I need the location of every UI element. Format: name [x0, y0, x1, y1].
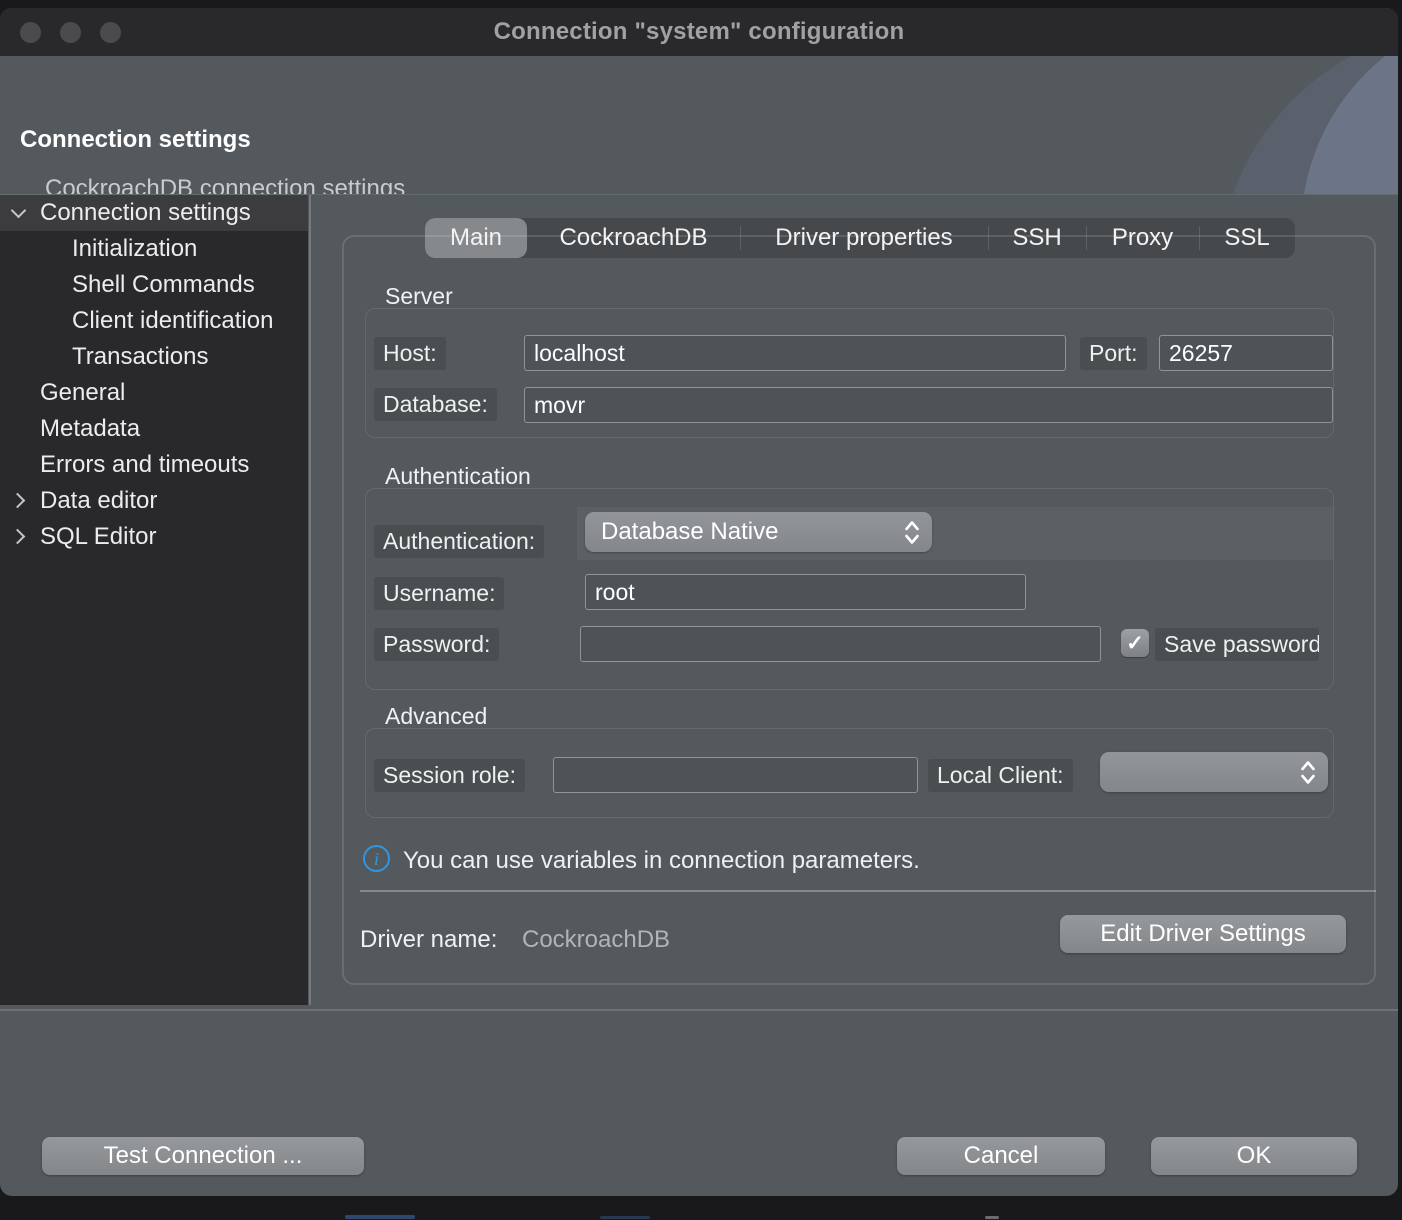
minimize-window-button[interactable]: [60, 22, 81, 43]
driver-divider: [360, 890, 1376, 892]
sidebar-item-shell-commands[interactable]: Shell Commands: [0, 267, 308, 303]
zoom-window-button[interactable]: [100, 22, 121, 43]
sidebar-item-label: SQL Editor: [40, 523, 157, 551]
username-input[interactable]: [585, 574, 1026, 610]
local-client-dropdown[interactable]: [1100, 752, 1328, 792]
background-artifact: [985, 1216, 999, 1219]
sidebar-item-sql-editor[interactable]: SQL Editor: [0, 519, 308, 555]
port-label: Port:: [1080, 337, 1147, 370]
titlebar: Connection "system" configuration: [0, 8, 1398, 56]
host-label: Host:: [374, 337, 446, 370]
checkmark-icon: ✓: [1126, 633, 1144, 654]
driver-name-value: CockroachDB: [522, 926, 670, 954]
authentication-dropdown-value: Database Native: [601, 518, 778, 546]
advanced-section-label: Advanced: [385, 703, 487, 730]
connection-configuration-dialog: Connection "system" configuration Connec…: [0, 8, 1398, 1196]
page-subtitle: CockroachDB connection settings: [45, 175, 405, 195]
info-icon: i: [363, 845, 390, 872]
close-window-button[interactable]: [20, 22, 41, 43]
dialog-footer: Test Connection ... Cancel OK: [0, 1005, 1398, 1196]
database-input[interactable]: [524, 387, 1333, 423]
test-connection-button[interactable]: Test Connection ...: [42, 1137, 364, 1175]
sidebar-item-connection-settings[interactable]: Connection settings: [0, 195, 308, 231]
sidebar-item-label: Shell Commands: [72, 271, 255, 299]
sidebar-item-transactions[interactable]: Transactions: [0, 339, 308, 375]
sidebar-item-label: Errors and timeouts: [40, 451, 249, 479]
chevron-down-icon[interactable]: [12, 213, 24, 225]
background-artifact: [345, 1215, 415, 1219]
authentication-dropdown[interactable]: Database Native: [585, 512, 932, 552]
sidebar-item-label: Data editor: [40, 487, 157, 515]
window-title: Connection "system" configuration: [494, 18, 905, 46]
port-input[interactable]: [1159, 335, 1333, 371]
username-label: Username:: [374, 577, 504, 610]
save-password-label: Save password: [1155, 628, 1319, 661]
chevron-right-icon[interactable]: [12, 501, 24, 513]
database-label: Database:: [374, 388, 497, 421]
save-password-checkbox[interactable]: ✓: [1121, 629, 1149, 657]
sidebar-item-client-identification[interactable]: Client identification: [0, 303, 308, 339]
cancel-button[interactable]: Cancel: [897, 1137, 1105, 1175]
background-artifact: [600, 1216, 650, 1219]
page-title: Connection settings: [20, 126, 251, 154]
sidebar-item-data-editor[interactable]: Data editor: [0, 483, 308, 519]
sidebar-item-metadata[interactable]: Metadata: [0, 411, 308, 447]
driver-name-label: Driver name:: [360, 926, 497, 954]
host-input[interactable]: [524, 335, 1066, 371]
sidebar-item-general[interactable]: General: [0, 375, 308, 411]
session-role-input[interactable]: [553, 757, 918, 793]
authentication-label: Authentication:: [374, 525, 544, 558]
dialog-body: Connection settings Initialization Shell C…: [0, 195, 1398, 1005]
sidebar-item-label: Initialization: [72, 235, 197, 263]
stepper-icon: [1300, 759, 1316, 786]
session-role-label: Session role:: [374, 759, 525, 792]
sidebar-tree: Connection settings Initialization Shell C…: [0, 195, 308, 1005]
chevron-right-icon[interactable]: [12, 537, 24, 549]
sidebar-item-label: Connection settings: [40, 199, 251, 227]
server-section-label: Server: [385, 283, 453, 310]
sidebar-item-label: Metadata: [40, 415, 140, 443]
sidebar-item-label: Transactions: [72, 343, 209, 371]
local-client-label: Local Client:: [928, 759, 1073, 792]
sidebar-item-errors-and-timeouts[interactable]: Errors and timeouts: [0, 447, 308, 483]
stepper-icon: [904, 519, 920, 546]
sidebar-item-label: Client identification: [72, 307, 273, 335]
password-input[interactable]: [580, 626, 1101, 662]
ok-button[interactable]: OK: [1151, 1137, 1357, 1175]
info-message: You can use variables in connection para…: [403, 847, 920, 875]
sidebar-item-label: General: [40, 379, 125, 407]
dialog-header: Connection settings CockroachDB connecti…: [0, 56, 1398, 195]
password-label: Password:: [374, 628, 499, 661]
sidebar-resize-sash[interactable]: [309, 195, 311, 1005]
edit-driver-settings-button[interactable]: Edit Driver Settings: [1060, 915, 1346, 953]
authentication-section-label: Authentication: [385, 463, 531, 490]
sidebar-item-initialization[interactable]: Initialization: [0, 231, 308, 267]
